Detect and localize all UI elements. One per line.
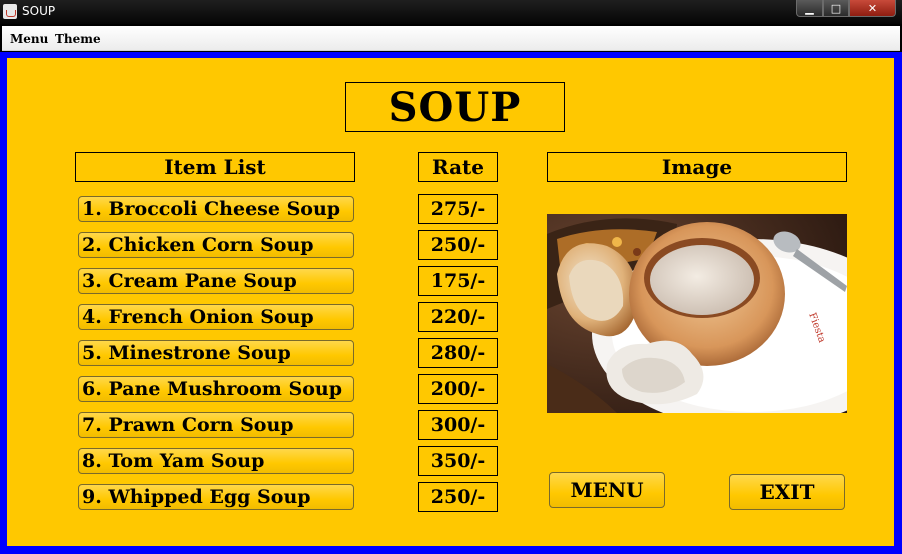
minimize-button[interactable]: ▁ [796, 0, 823, 17]
rate-value: 175/- [418, 266, 498, 296]
menu-bar: Menu Theme [2, 26, 900, 51]
close-button[interactable]: ✕ [849, 0, 896, 17]
content-frame: SOUP Item List Rate Image 1. Broccoli Ch… [0, 52, 902, 554]
item-chicken-corn-soup[interactable]: 2. Chicken Corn Soup [78, 232, 354, 258]
item-whipped-egg-soup[interactable]: 9. Whipped Egg Soup [78, 484, 354, 510]
item-cream-pane-soup[interactable]: 3. Cream Pane Soup [78, 268, 354, 294]
rate-header: Rate [418, 152, 498, 182]
soup-image: Fiesta [547, 214, 847, 413]
rate-value: 300/- [418, 410, 498, 440]
item-pane-mushroom-soup[interactable]: 6. Pane Mushroom Soup [78, 376, 354, 402]
rate-value: 350/- [418, 446, 498, 476]
rate-value: 200/- [418, 374, 498, 404]
window-title: SOUP [22, 4, 56, 18]
maximize-button[interactable]: □ [823, 0, 849, 17]
java-app-icon [3, 4, 17, 19]
item-tom-yam-soup[interactable]: 8. Tom Yam Soup [78, 448, 354, 474]
item-list-header: Item List [75, 152, 355, 182]
page-title: SOUP [345, 82, 565, 132]
item-french-onion-soup[interactable]: 4. French Onion Soup [78, 304, 354, 330]
soup-bread-bowl-photo: Fiesta [547, 214, 847, 413]
rate-value: 220/- [418, 302, 498, 332]
menu-button[interactable]: MENU [549, 472, 665, 508]
window-controls: ▁ □ ✕ [796, 0, 896, 17]
image-header: Image [547, 152, 847, 182]
rate-value: 275/- [418, 194, 498, 224]
exit-button[interactable]: EXIT [729, 474, 845, 510]
rate-value: 250/- [418, 230, 498, 260]
title-bar: SOUP ▁ □ ✕ [0, 0, 902, 24]
rate-value: 280/- [418, 338, 498, 368]
item-broccoli-cheese-soup[interactable]: 1. Broccoli Cheese Soup [78, 196, 354, 222]
menu-item-theme[interactable]: Theme [55, 32, 101, 46]
soup-panel: SOUP Item List Rate Image 1. Broccoli Ch… [7, 58, 894, 546]
menu-item-menu[interactable]: Menu [10, 32, 48, 46]
item-minestrone-soup[interactable]: 5. Minestrone Soup [78, 340, 354, 366]
rate-value: 250/- [418, 482, 498, 512]
item-prawn-corn-soup[interactable]: 7. Prawn Corn Soup [78, 412, 354, 438]
